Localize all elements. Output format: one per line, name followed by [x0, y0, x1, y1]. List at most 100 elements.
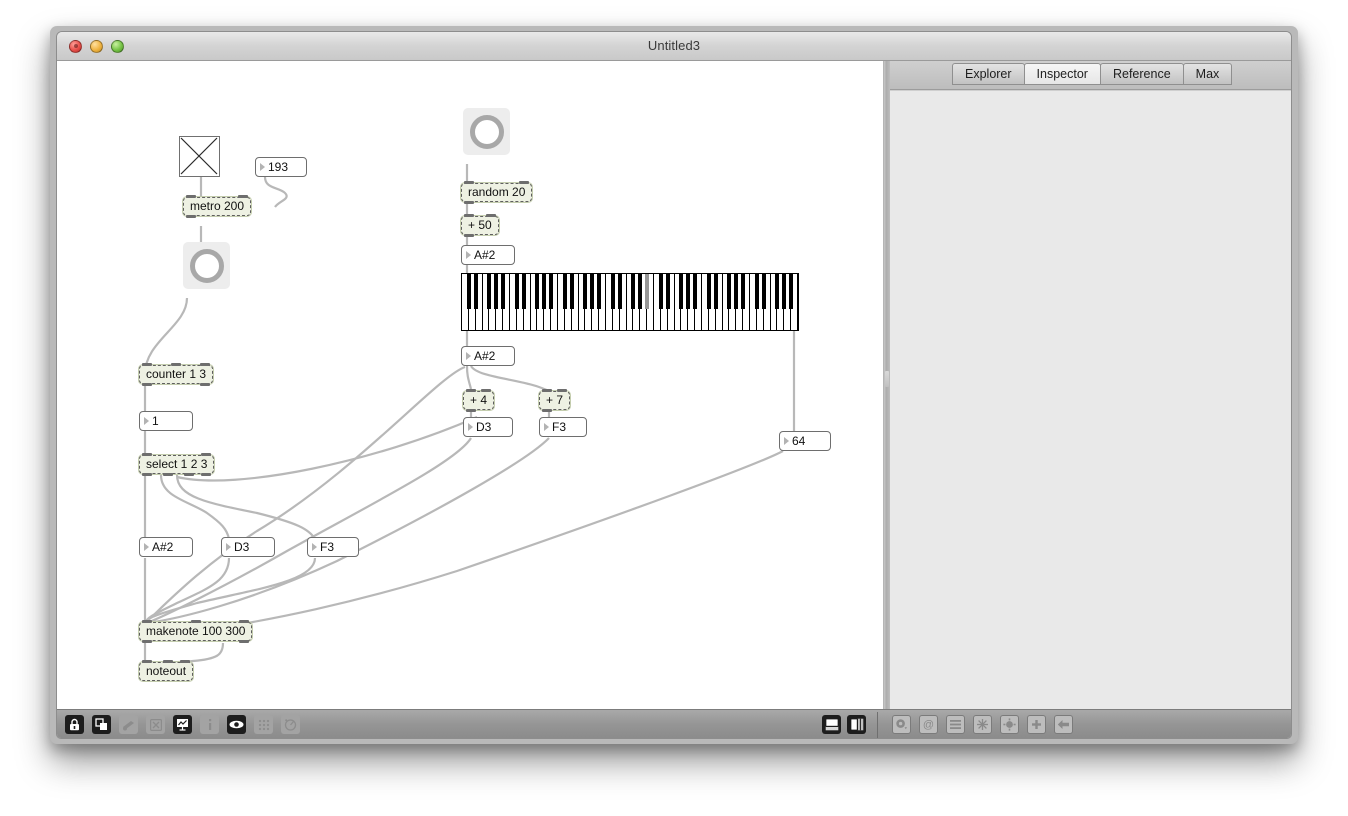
- inlet[interactable]: [142, 660, 152, 663]
- presentation-icon[interactable]: [173, 715, 192, 734]
- inlet[interactable]: [238, 195, 249, 198]
- list-icon[interactable]: [946, 715, 965, 734]
- select-object[interactable]: select 1 2 3: [139, 453, 215, 476]
- black-key[interactable]: [631, 274, 636, 309]
- outlet[interactable]: [142, 383, 152, 386]
- black-key[interactable]: [542, 274, 547, 309]
- eye-icon[interactable]: [227, 715, 246, 734]
- inlet[interactable]: [191, 620, 201, 623]
- black-key[interactable]: [761, 274, 766, 309]
- black-key[interactable]: [638, 274, 643, 309]
- metro-object[interactable]: metro 200: [183, 195, 252, 218]
- toggle[interactable]: [179, 136, 220, 177]
- message-box-asharp2-left[interactable]: A#2: [139, 537, 193, 557]
- inlet[interactable]: [171, 363, 181, 366]
- black-key[interactable]: [562, 274, 567, 309]
- inlet[interactable]: [464, 214, 474, 217]
- black-key[interactable]: [734, 274, 739, 309]
- black-key[interactable]: [706, 274, 711, 309]
- inlet[interactable]: [142, 453, 152, 456]
- objects-palette-icon[interactable]: [92, 715, 111, 734]
- plus-icon[interactable]: [1027, 715, 1046, 734]
- tab-inspector[interactable]: Inspector: [1023, 63, 1101, 85]
- black-key[interactable]: [617, 274, 622, 309]
- sun-icon[interactable]: [1000, 715, 1019, 734]
- outlet[interactable]: [163, 473, 173, 476]
- black-key[interactable]: [535, 274, 540, 309]
- lock-icon[interactable]: [65, 715, 84, 734]
- back-arrow-icon[interactable]: [1054, 715, 1073, 734]
- inlet[interactable]: [186, 195, 196, 198]
- message-box-d3-mid[interactable]: D3: [463, 417, 513, 437]
- inlet[interactable]: [485, 214, 496, 217]
- black-key[interactable]: [549, 274, 554, 309]
- splitter-grip[interactable]: [885, 371, 889, 387]
- outlet[interactable]: [184, 473, 194, 476]
- kslider-keyboard[interactable]: [461, 273, 799, 331]
- tab-max[interactable]: Max: [1182, 63, 1233, 85]
- black-key[interactable]: [514, 274, 519, 309]
- black-key[interactable]: [597, 274, 602, 309]
- plus-7-object[interactable]: + 7: [539, 389, 571, 412]
- bang-button-right[interactable]: [463, 108, 510, 155]
- layout-side-panel-icon[interactable]: [847, 715, 866, 734]
- plus-4-object[interactable]: + 4: [463, 389, 495, 412]
- black-key[interactable]: [645, 274, 650, 309]
- inlet[interactable]: [466, 389, 476, 392]
- outlet[interactable]: [466, 409, 476, 412]
- outlet[interactable]: [464, 201, 474, 204]
- number-box-193[interactable]: 193: [255, 157, 307, 177]
- inlet[interactable]: [542, 389, 552, 392]
- black-key[interactable]: [754, 274, 759, 309]
- black-key[interactable]: [693, 274, 698, 309]
- black-key[interactable]: [610, 274, 615, 309]
- gauge-icon[interactable]: [281, 715, 300, 734]
- random-object[interactable]: random 20: [461, 181, 533, 204]
- black-key[interactable]: [569, 274, 574, 309]
- noteout-object[interactable]: noteout: [139, 660, 194, 681]
- black-key[interactable]: [727, 274, 732, 309]
- inlet[interactable]: [180, 660, 191, 663]
- inlet[interactable]: [239, 620, 250, 623]
- black-key[interactable]: [590, 274, 595, 309]
- black-key[interactable]: [521, 274, 526, 309]
- counter-object[interactable]: counter 1 3: [139, 363, 214, 386]
- number-box-64[interactable]: 64: [779, 431, 831, 451]
- black-key[interactable]: [501, 274, 506, 309]
- black-key[interactable]: [741, 274, 746, 309]
- info-icon[interactable]: [200, 715, 219, 734]
- inlet[interactable]: [200, 363, 211, 366]
- message-box-d3-left[interactable]: D3: [221, 537, 275, 557]
- black-key[interactable]: [494, 274, 499, 309]
- black-key[interactable]: [686, 274, 691, 309]
- at-sign-icon[interactable]: @: [919, 715, 938, 734]
- black-key[interactable]: [466, 274, 471, 309]
- x-box-icon[interactable]: [146, 715, 165, 734]
- outlet[interactable]: [201, 473, 212, 476]
- message-box-asharp2-mid[interactable]: A#2: [461, 346, 515, 366]
- inlet[interactable]: [201, 453, 212, 456]
- inlet[interactable]: [163, 660, 173, 663]
- message-box-f3-left[interactable]: F3: [307, 537, 359, 557]
- tab-reference[interactable]: Reference: [1099, 63, 1184, 85]
- black-key[interactable]: [782, 274, 787, 309]
- inlet[interactable]: [519, 181, 530, 184]
- black-key[interactable]: [473, 274, 478, 309]
- outlet[interactable]: [464, 234, 474, 237]
- tab-explorer[interactable]: Explorer: [952, 63, 1025, 85]
- grid-icon[interactable]: [254, 715, 273, 734]
- inlet[interactable]: [557, 389, 568, 392]
- black-key[interactable]: [789, 274, 794, 309]
- black-key[interactable]: [679, 274, 684, 309]
- inlet[interactable]: [142, 620, 152, 623]
- layout-bottom-panel-icon[interactable]: [822, 715, 841, 734]
- message-box-asharp2-top[interactable]: A#2: [461, 245, 515, 265]
- snowflake-icon[interactable]: [973, 715, 992, 734]
- outlet[interactable]: [239, 640, 250, 643]
- outlet[interactable]: [186, 215, 196, 218]
- inlet[interactable]: [481, 389, 492, 392]
- black-key[interactable]: [658, 274, 663, 309]
- plus-50-object[interactable]: + 50: [461, 214, 499, 237]
- black-key[interactable]: [775, 274, 780, 309]
- bang-button-left[interactable]: [183, 242, 230, 289]
